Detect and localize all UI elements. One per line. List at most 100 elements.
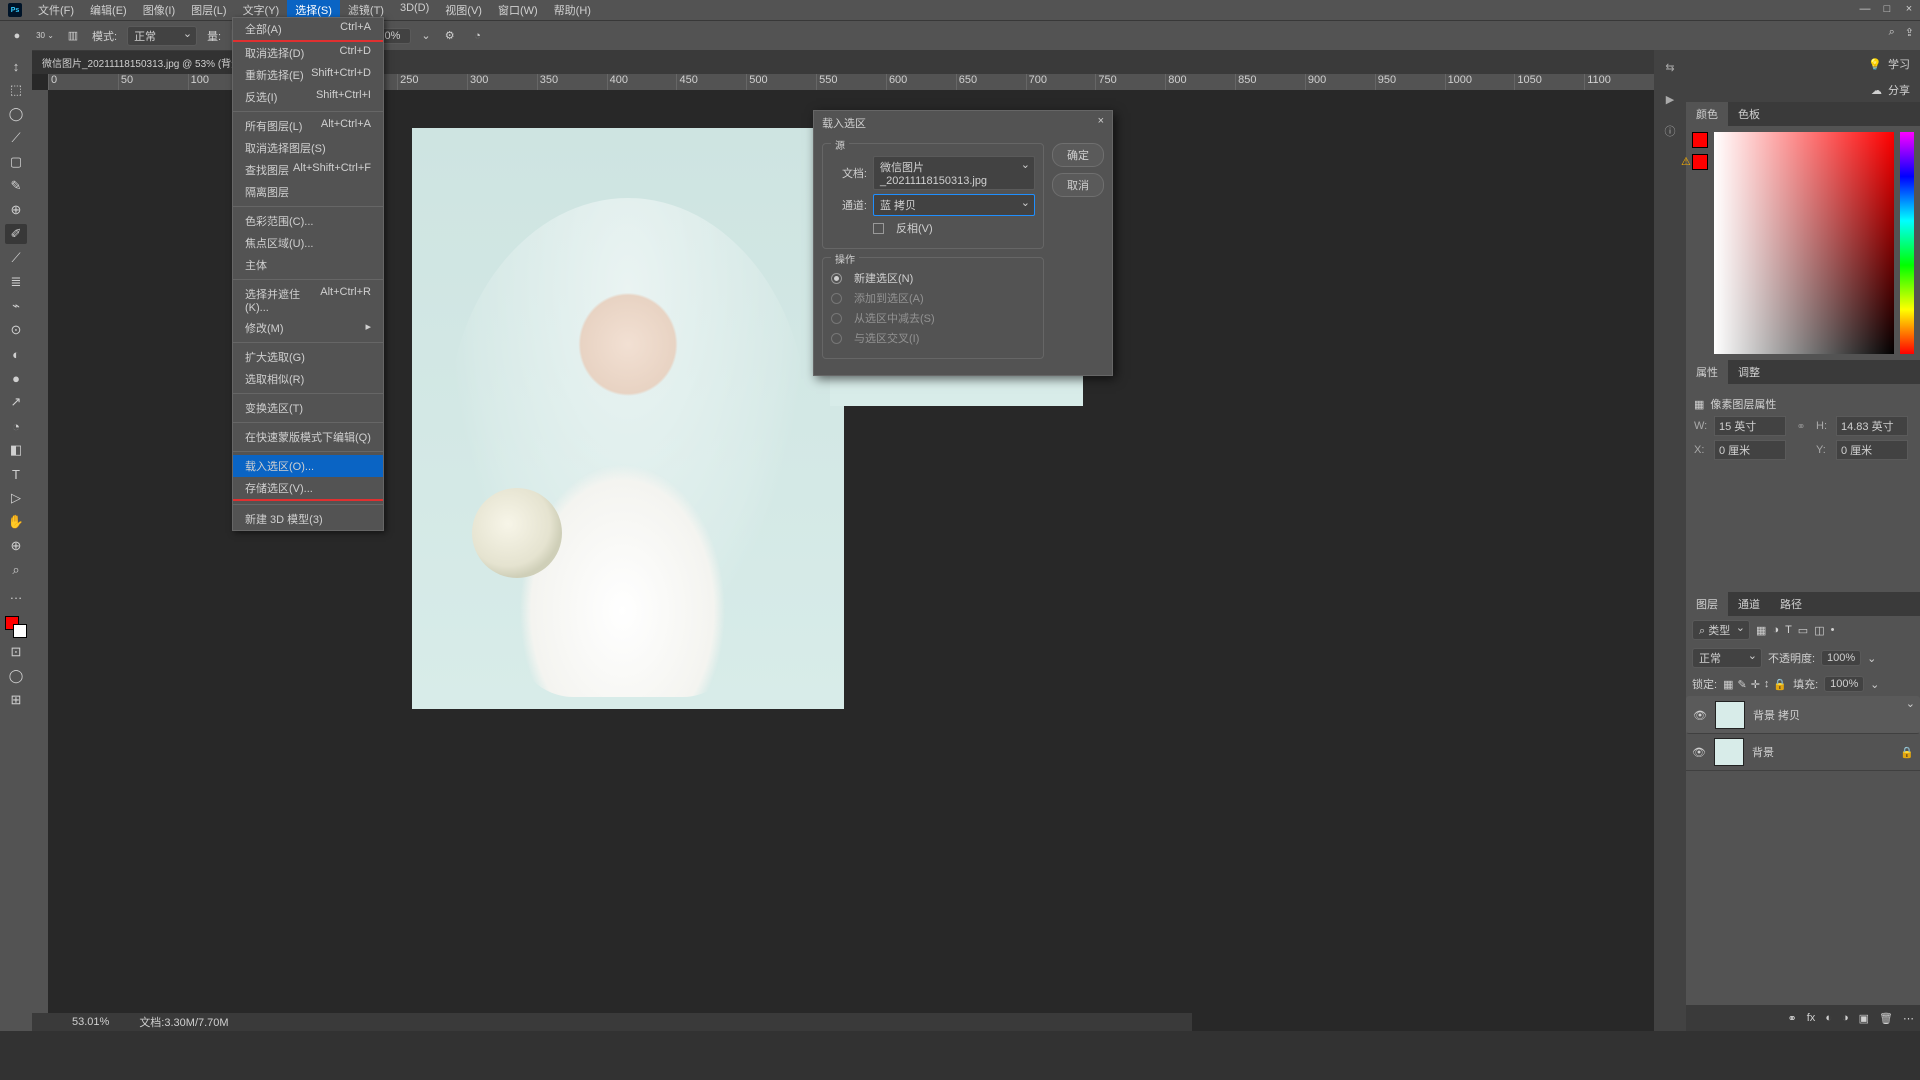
doc-select[interactable]: 微信图片_20211118150313.jpg <box>873 156 1035 190</box>
menu-item-新建 3D 模型(3)[interactable]: 新建 3D 模型(3) <box>233 508 383 530</box>
tab-adjustments[interactable]: 调整 <box>1728 360 1770 384</box>
tool-9[interactable]: ≣ <box>5 272 27 292</box>
filter-icon[interactable]: T <box>1785 624 1792 637</box>
menu-item-查找图层[interactable]: 查找图层Alt+Shift+Ctrl+F <box>233 159 383 181</box>
tool-13[interactable]: ● <box>5 368 27 388</box>
menu-item-取消选择图层(S)[interactable]: 取消选择图层(S) <box>233 137 383 159</box>
zoom-value[interactable]: 53.01% <box>72 1016 109 1028</box>
layer-row[interactable]: 👁背景 拷贝 <box>1686 696 1920 734</box>
tool-extra[interactable]: ◯ <box>5 666 27 686</box>
cloud-icon[interactable]: ☁ <box>1871 84 1882 97</box>
menu-item-取消选择(D)[interactable]: 取消选择(D)Ctrl+D <box>233 42 383 64</box>
h-input[interactable]: 14.83 英寸 <box>1836 416 1908 436</box>
menu-文件(F)[interactable]: 文件(F) <box>30 0 82 21</box>
tab-swatches[interactable]: 色板 <box>1728 102 1770 126</box>
tab-layers[interactable]: 图层 <box>1686 592 1728 616</box>
search-icon[interactable]: ⌕ <box>1889 26 1895 39</box>
tool-4[interactable]: ▢ <box>5 152 27 172</box>
pressure-opacity-icon[interactable]: ◔ <box>469 27 487 45</box>
learn-label[interactable]: 学习 <box>1888 56 1910 72</box>
document-tab[interactable]: 微信图片_20211118150313.jpg @ 53% (背景 拷 <box>32 51 264 74</box>
bg-swatch[interactable]: ⚠ <box>1692 154 1708 170</box>
layer-footer-icon[interactable]: 🗑 <box>1879 1012 1893 1025</box>
tool-6[interactable]: ⊕ <box>5 200 27 220</box>
layer-row[interactable]: 👁背景🔒 <box>1686 734 1920 771</box>
tab-color[interactable]: 颜色 <box>1686 102 1728 126</box>
menu-item-色彩范围(C)...[interactable]: 色彩范围(C)... <box>233 210 383 232</box>
fill-input[interactable]: 100% <box>1824 676 1864 692</box>
tool-22[interactable]: … <box>5 584 27 604</box>
tool-0[interactable]: ↕ <box>5 56 27 76</box>
lock-icon[interactable]: ↕ <box>1764 678 1770 691</box>
filter-icon[interactable]: ◑ <box>1772 624 1779 637</box>
tab-channels[interactable]: 通道 <box>1728 592 1770 616</box>
layer-footer-icon[interactable]: fx <box>1807 1012 1816 1024</box>
share-icon[interactable]: ⇪ <box>1905 26 1914 39</box>
menu-item-全部(A)[interactable]: 全部(A)Ctrl+A <box>233 18 383 40</box>
menu-item-焦点区域(U)...[interactable]: 焦点区域(U)... <box>233 232 383 254</box>
menu-编辑(E)[interactable]: 编辑(E) <box>82 0 135 21</box>
hue-slider[interactable] <box>1900 132 1914 354</box>
lock-icon[interactable]: ▦ <box>1723 678 1733 691</box>
color-picker[interactable] <box>1714 132 1894 354</box>
x-input[interactable]: 0 厘米 <box>1714 440 1786 460</box>
tool-2[interactable]: ◯ <box>5 104 27 124</box>
win-min[interactable]: — <box>1858 2 1872 16</box>
menu-item-选择并遮住(K)...[interactable]: 选择并遮住(K)...Alt+Ctrl+R <box>233 283 383 317</box>
tool-21[interactable]: ⌕ <box>5 560 27 580</box>
op-radio-0[interactable] <box>831 273 842 284</box>
menu-item-修改(M)[interactable]: 修改(M)▸ <box>233 317 383 339</box>
tool-19[interactable]: ✋ <box>5 512 27 532</box>
tool-11[interactable]: ⊙ <box>5 320 27 340</box>
play-icon[interactable]: ▶ <box>1661 90 1679 108</box>
menu-3D(D)[interactable]: 3D(D) <box>392 0 437 21</box>
tool-extra[interactable]: ⊡ <box>5 642 27 662</box>
invert-checkbox[interactable] <box>873 223 884 234</box>
menu-视图(V)[interactable]: 视图(V) <box>437 0 490 21</box>
menu-item-载入选区(O)...[interactable]: 载入选区(O)... <box>233 455 383 477</box>
lock-icon[interactable]: ✎ <box>1737 678 1746 691</box>
layer-footer-icon[interactable]: ⋯ <box>1903 1012 1914 1025</box>
tool-3[interactable]: ⟋ <box>5 128 27 148</box>
tool-14[interactable]: ↗ <box>5 392 27 412</box>
tab-properties[interactable]: 属性 <box>1686 360 1728 384</box>
share-label[interactable]: 分享 <box>1888 82 1910 98</box>
tool-18[interactable]: ▷ <box>5 488 27 508</box>
channel-select[interactable]: 蓝 拷贝 <box>873 194 1035 216</box>
tool-16[interactable]: ◧ <box>5 440 27 460</box>
tool-10[interactable]: ⌁ <box>5 296 27 316</box>
win-max[interactable]: □ <box>1880 2 1894 16</box>
mode-select[interactable]: 正常 <box>127 26 197 46</box>
tool-7[interactable]: ✐ <box>5 224 27 244</box>
filter-icon[interactable]: • <box>1831 624 1835 637</box>
tool-15[interactable]: ◔ <box>5 416 27 436</box>
tool-8[interactable]: ⟋ <box>5 248 27 268</box>
layer-kind-select[interactable]: ⌕ 类型 <box>1692 620 1750 640</box>
menu-item-反选(I)[interactable]: 反选(I)Shift+Ctrl+I <box>233 86 383 108</box>
menu-帮助(H)[interactable]: 帮助(H) <box>546 0 599 21</box>
menu-item-在快速蒙版模式下编辑(Q)[interactable]: 在快速蒙版模式下编辑(Q) <box>233 426 383 448</box>
menu-item-隔离图层[interactable]: 隔离图层 <box>233 181 383 203</box>
tool-12[interactable]: ◐ <box>5 344 27 364</box>
tab-paths[interactable]: 路径 <box>1770 592 1812 616</box>
opacity-input[interactable]: 100% <box>1821 650 1861 666</box>
menu-item-选取相似(R)[interactable]: 选取相似(R) <box>233 368 383 390</box>
visibility-icon[interactable]: 👁 <box>1693 709 1707 722</box>
menu-item-扩大选取(G)[interactable]: 扩大选取(G) <box>233 346 383 368</box>
menu-item-所有图层(L)[interactable]: 所有图层(L)Alt+Ctrl+A <box>233 115 383 137</box>
lock-icon[interactable]: ✛ <box>1751 678 1760 691</box>
tool-5[interactable]: ✎ <box>5 176 27 196</box>
menu-item-主体[interactable]: 主体 <box>233 254 383 276</box>
brush-preset-icon[interactable]: ▥ <box>64 27 82 45</box>
visibility-icon[interactable]: 👁 <box>1692 746 1706 759</box>
menu-图像(I)[interactable]: 图像(I) <box>135 0 183 21</box>
link-icon[interactable]: ⚭ <box>1792 417 1810 435</box>
filter-icon[interactable]: ▦ <box>1756 624 1766 637</box>
y-input[interactable]: 0 厘米 <box>1836 440 1908 460</box>
layer-footer-icon[interactable]: ◐ <box>1825 1012 1832 1024</box>
info-icon[interactable]: ⓘ <box>1661 122 1679 140</box>
gear-icon[interactable]: ⚙ <box>441 27 459 45</box>
tool-17[interactable]: T <box>5 464 27 484</box>
menu-图层(L)[interactable]: 图层(L) <box>183 0 234 21</box>
menu-item-变换选区(T)[interactable]: 变换选区(T) <box>233 397 383 419</box>
